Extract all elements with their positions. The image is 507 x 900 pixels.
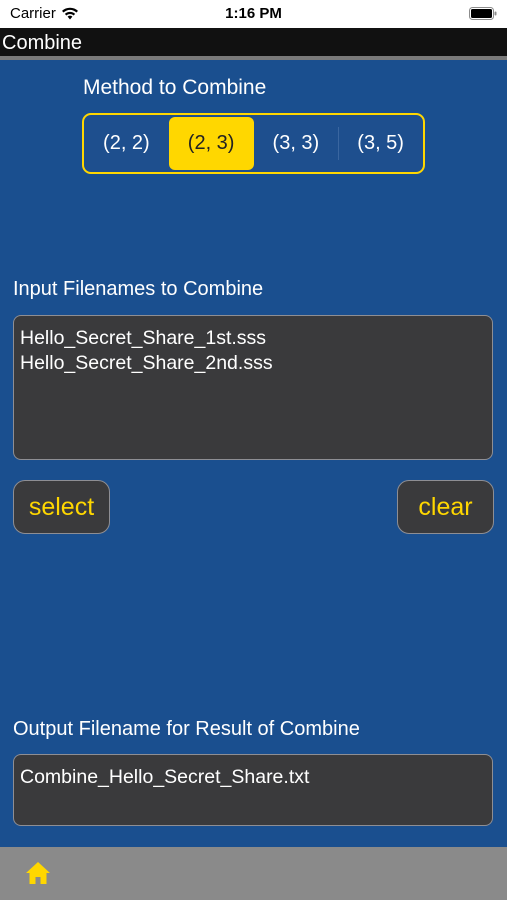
segment-3-5[interactable]: (3, 5)	[338, 115, 423, 172]
method-segmented-control: (2, 2) (2, 3) (3, 3) (3, 5)	[82, 113, 425, 174]
page-title: Combine	[2, 32, 83, 54]
output-filename-value: Combine_Hello_Secret_Share.txt	[20, 766, 310, 788]
select-button[interactable]: select	[13, 480, 110, 534]
input-filenames-textarea[interactable]: Hello_Secret_Share_1st.sss Hello_Secret_…	[13, 315, 493, 460]
nav-bar: Combine	[0, 28, 507, 60]
input-filename-2: Hello_Secret_Share_2nd.sss	[20, 352, 273, 374]
segment-2-3[interactable]: (2, 3)	[168, 117, 254, 170]
clear-button[interactable]: clear	[397, 480, 494, 534]
input-filename-1: Hello_Secret_Share_1st.sss	[20, 327, 267, 349]
status-time: 1:16 PM	[225, 5, 282, 22]
input-filenames-label: Input Filenames to Combine	[13, 278, 264, 300]
output-filename-label: Output Filename for Result of Combine	[13, 718, 360, 740]
home-icon[interactable]	[25, 861, 51, 885]
tab-bar	[0, 847, 507, 900]
method-label: Method to Combine	[83, 76, 267, 99]
output-filename-field[interactable]: Combine_Hello_Secret_Share.txt	[13, 754, 493, 826]
segment-2-2[interactable]: (2, 2)	[84, 115, 169, 172]
battery-icon	[469, 7, 497, 20]
status-bar: Carrier 1:16 PM	[0, 0, 507, 28]
segment-3-3[interactable]: (3, 3)	[254, 115, 339, 172]
